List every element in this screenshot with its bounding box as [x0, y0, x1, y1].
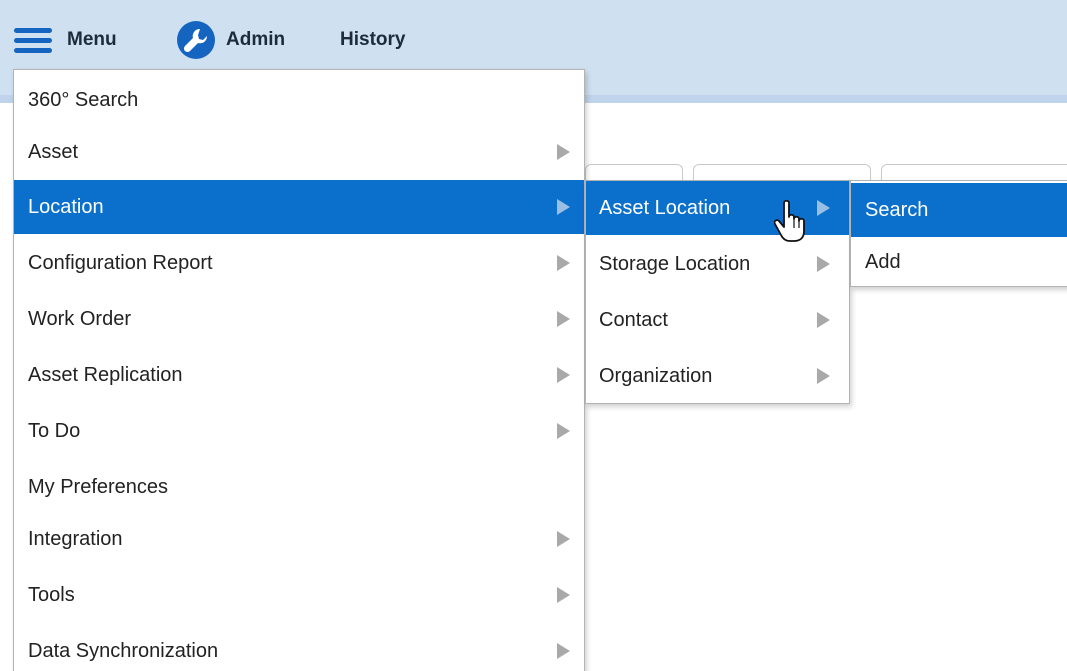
menu-item-integration[interactable]: Integration: [14, 512, 584, 566]
menu-item-tools[interactable]: Tools: [14, 568, 584, 622]
menu-item-label: Add: [865, 250, 901, 273]
chevron-right-icon: [557, 531, 570, 547]
chevron-right-icon: [817, 256, 830, 272]
background-panel: [585, 164, 683, 180]
background-panel: [881, 164, 1067, 180]
chevron-right-icon: [557, 199, 570, 215]
admin-button[interactable]: Admin: [176, 20, 285, 60]
menu-item-label: Data Synchronization: [28, 639, 219, 662]
menu-item-label: My Preferences: [28, 475, 169, 498]
chevron-right-icon: [557, 144, 570, 160]
chevron-right-icon: [557, 367, 570, 383]
chevron-right-icon: [557, 255, 570, 271]
menu-item-data-synchronization[interactable]: Data Synchronization: [14, 624, 584, 671]
menu-item-label: To Do: [28, 419, 81, 442]
menu-item-contact[interactable]: Contact: [586, 293, 849, 347]
hamburger-icon: [14, 25, 52, 55]
menu-item-to-do[interactable]: To Do: [14, 404, 584, 458]
menu-button-label: Menu: [67, 29, 117, 50]
main-menu: 360° Search Asset Location Configuration…: [13, 69, 585, 671]
menu-item-label: Integration: [28, 527, 123, 550]
menu-item-label: Contact: [599, 308, 668, 331]
menu-item-360-search[interactable]: 360° Search: [14, 73, 584, 127]
menu-item-label: Storage Location: [599, 252, 751, 275]
asset-location-submenu: Search Add: [850, 180, 1067, 287]
chevron-right-icon: [557, 643, 570, 659]
menu-item-label: 360° Search: [28, 88, 139, 111]
history-button-label: History: [340, 29, 406, 50]
chevron-right-icon: [817, 368, 830, 384]
menu-item-label: Organization: [599, 364, 713, 387]
menu-item-my-preferences[interactable]: My Preferences: [14, 460, 584, 514]
chevron-right-icon: [817, 312, 830, 328]
chevron-right-icon: [557, 311, 570, 327]
menu-item-configuration-report[interactable]: Configuration Report: [14, 236, 584, 290]
menu-item-label: Asset Location: [599, 196, 731, 219]
chevron-right-icon: [557, 587, 570, 603]
menu-item-label: Asset Replication: [28, 363, 183, 386]
menu-item-storage-location[interactable]: Storage Location: [586, 237, 849, 291]
menu-item-label: Tools: [28, 583, 75, 606]
chevron-right-icon: [817, 200, 830, 216]
admin-button-label: Admin: [226, 29, 286, 50]
menu-item-asset[interactable]: Asset: [14, 125, 584, 179]
chevron-right-icon: [557, 423, 570, 439]
menu-item-label: Work Order: [28, 307, 131, 330]
menu-item-asset-replication[interactable]: Asset Replication: [14, 348, 584, 402]
menu-item-label: Configuration Report: [28, 251, 213, 274]
menu-item-work-order[interactable]: Work Order: [14, 292, 584, 346]
hand-pointer-icon: [774, 199, 805, 242]
menu-item-label: Search: [865, 198, 929, 221]
background-panel: [693, 164, 871, 180]
wrench-icon: [177, 21, 215, 59]
history-button[interactable]: History: [340, 20, 405, 60]
menu-item-add[interactable]: Add: [851, 237, 1067, 287]
menu-item-label: Asset: [28, 140, 79, 163]
menu-item-organization[interactable]: Organization: [586, 349, 849, 403]
menu-button[interactable]: Menu: [14, 20, 117, 60]
menu-item-search[interactable]: Search: [851, 183, 1067, 237]
menu-item-location[interactable]: Location: [14, 180, 584, 234]
menu-item-label: Location: [28, 195, 104, 218]
